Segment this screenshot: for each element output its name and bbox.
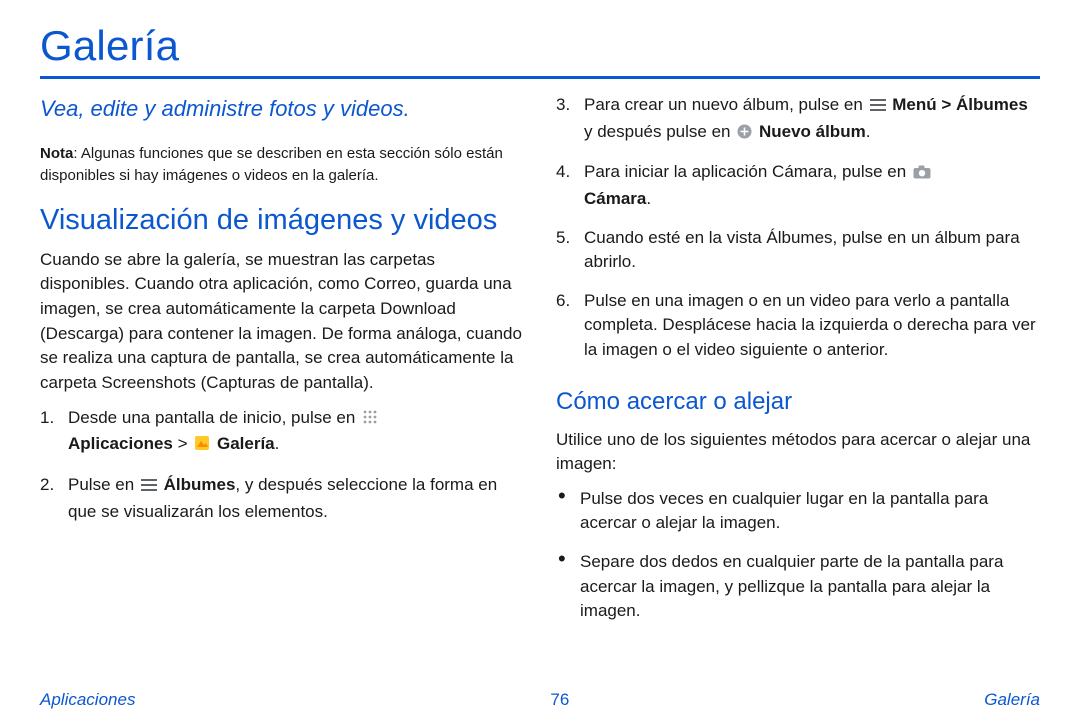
subheading-zoom: Cómo acercar o alejar	[556, 385, 1040, 420]
note: Nota: Algunas funciones que se describen…	[40, 143, 524, 187]
lead-text: Vea, edite y administre fotos y videos.	[40, 93, 524, 125]
zoom-bullet-1: Pulse dos veces en cualquier lugar en la…	[556, 487, 1040, 536]
title-rule	[40, 76, 1040, 79]
step-3-text-a: Para crear un nuevo álbum, pulse en	[584, 95, 868, 114]
camera-icon	[913, 162, 931, 187]
footer: Aplicaciones 76 Galería	[0, 690, 1080, 710]
step-1-apps-label: Aplicaciones	[68, 434, 173, 453]
step-3-new-album-label: Nuevo álbum	[759, 122, 866, 141]
page: Galería Vea, edite y administre fotos y …	[0, 0, 1080, 720]
step-2: Pulse en Álbumes, y después seleccione l…	[40, 473, 524, 524]
left-column: Vea, edite y administre fotos y videos. …	[40, 93, 524, 638]
step-1: Desde una pantalla de inicio, pulse en A…	[40, 406, 524, 459]
steps-list-2: Para crear un nuevo álbum, pulse en Menú…	[556, 93, 1040, 363]
step-4-camera-label: Cámara	[584, 189, 646, 208]
step-3-end: .	[866, 122, 871, 141]
gallery-icon	[194, 434, 210, 459]
content-columns: Vea, edite y administre fotos y videos. …	[40, 93, 1040, 638]
apps-grid-icon	[362, 408, 378, 433]
step-2-text-a: Pulse en	[68, 475, 139, 494]
step-2-albums-label: Álbumes	[164, 475, 236, 494]
step-4-text-a: Para iniciar la aplicación Cámara, pulse…	[584, 162, 911, 181]
step-3: Para crear un nuevo álbum, pulse en Menú…	[556, 93, 1040, 146]
right-column: Para crear un nuevo álbum, pulse en Menú…	[556, 93, 1040, 638]
page-number: 76	[550, 690, 569, 710]
menu-bars-icon	[141, 475, 157, 500]
menu-bars-icon	[870, 95, 886, 120]
note-label: Nota	[40, 145, 73, 162]
step-4-end: .	[646, 189, 651, 208]
step-6: Pulse en una imagen o en un video para v…	[556, 289, 1040, 363]
step-5: Cuando esté en la vista Álbumes, pulse e…	[556, 226, 1040, 275]
step-1-text-a: Desde una pantalla de inicio, pulse en	[68, 408, 360, 427]
step-1-sep: >	[173, 434, 192, 453]
note-body: : Algunas funciones que se describen en …	[40, 145, 503, 184]
step-3-text-b: y después pulse en	[584, 122, 735, 141]
zoom-bullet-2: Separe dos dedos en cualquier parte de l…	[556, 550, 1040, 624]
footer-right: Galería	[984, 690, 1040, 710]
step-3-menu-albums-label: Menú > Álbumes	[892, 95, 1028, 114]
add-circle-icon	[737, 122, 752, 147]
step-1-end: .	[275, 434, 280, 453]
page-title: Galería	[40, 22, 1040, 70]
zoom-bullets: Pulse dos veces en cualquier lugar en la…	[556, 487, 1040, 624]
footer-left: Aplicaciones	[40, 690, 135, 710]
section-intro: Cuando se abre la galería, se muestran l…	[40, 248, 524, 396]
steps-list-1: Desde una pantalla de inicio, pulse en A…	[40, 406, 524, 525]
step-4: Para iniciar la aplicación Cámara, pulse…	[556, 160, 1040, 211]
section-heading-visualizacion: Visualización de imágenes y videos	[40, 204, 524, 237]
step-1-gallery-label: Galería	[217, 434, 275, 453]
zoom-intro: Utilice uno de los siguientes métodos pa…	[556, 428, 1040, 477]
